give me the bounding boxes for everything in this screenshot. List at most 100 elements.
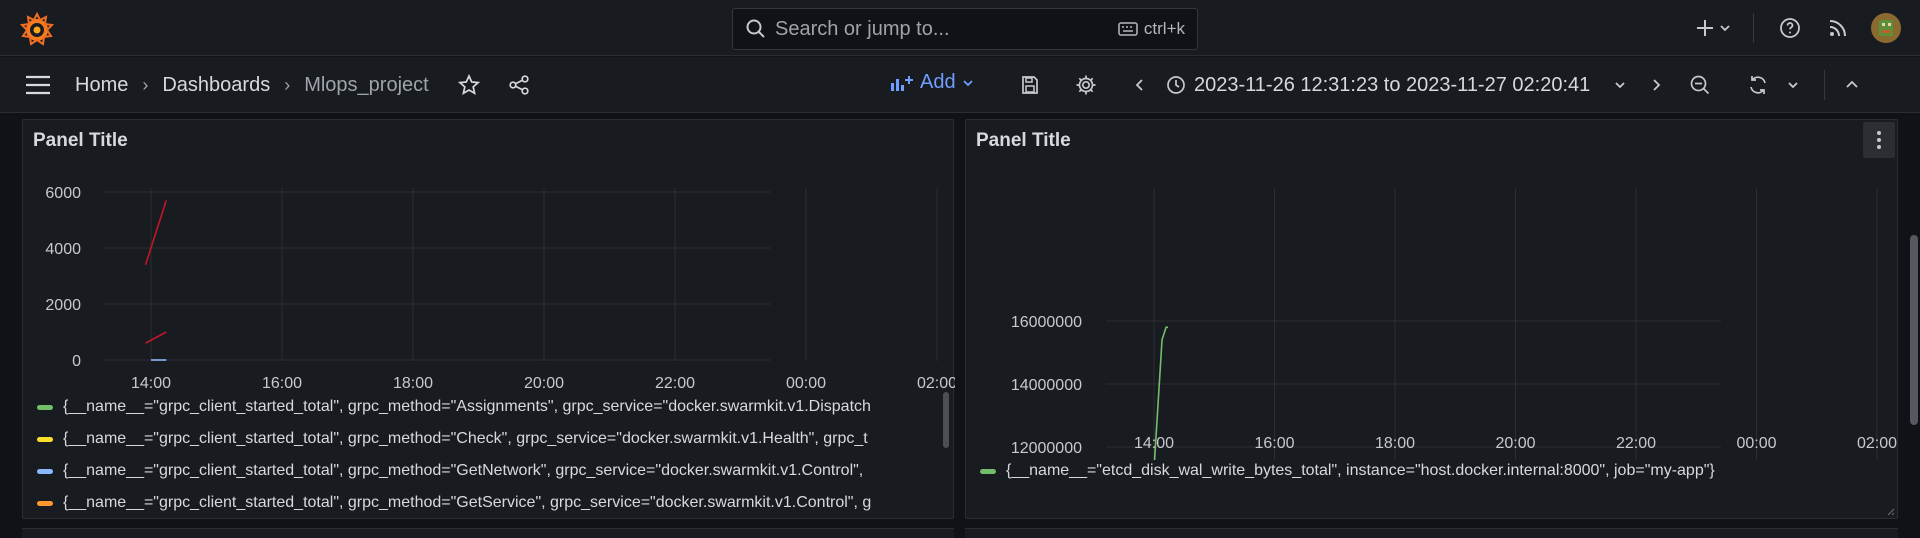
top-right-actions — [1685, 0, 1920, 56]
chevron-left-icon — [1135, 79, 1143, 91]
breadcrumb-separator: › — [142, 74, 149, 95]
chevron-down-icon — [1615, 82, 1625, 89]
add-button[interactable]: Add — [890, 71, 974, 94]
chart-legend: {__name__="etcd_disk_wal_write_bytes_tot… — [980, 455, 1880, 495]
y-tick-label: 2000 — [45, 297, 81, 314]
legend-label: {__name__="grpc_client_started_total", g… — [63, 462, 864, 479]
shortcut-label: ctrl+k — [1143, 19, 1185, 38]
grafana-logo-icon[interactable] — [20, 12, 54, 46]
avatar — [1871, 13, 1901, 43]
legend-label: {__name__="grpc_client_started_total", g… — [63, 494, 872, 511]
refresh-interval-button[interactable] — [1778, 65, 1808, 105]
gear-icon — [1076, 75, 1096, 95]
chevron-up-icon — [1846, 80, 1858, 88]
line-chart: 1000000012000000140000001600000014:0016:… — [1011, 188, 1897, 460]
y-tick-label: 6000 — [45, 185, 81, 202]
help-icon — [1780, 18, 1800, 38]
breadcrumb-current: Mlops_project — [304, 73, 429, 96]
search-input[interactable]: Search or jump to... ctrl+k — [732, 8, 1198, 50]
x-tick-label: 14:00 — [131, 375, 171, 390]
dashboard-nav-bar: Home › Dashboards › Mlops_project Add 20… — [0, 57, 1920, 113]
dashboard-settings-button[interactable] — [1066, 65, 1106, 105]
breadcrumb: Home › Dashboards › Mlops_project — [75, 57, 533, 113]
breadcrumb-home[interactable]: Home — [75, 74, 128, 97]
new-menu-button[interactable] — [1685, 8, 1741, 48]
breadcrumb-separator: › — [284, 74, 291, 95]
search-icon — [746, 19, 765, 38]
time-range-picker[interactable]: 2023-11-26 12:31:23 to 2023-11-27 02:20:… — [1166, 74, 1626, 97]
x-tick-label: 00:00 — [786, 375, 826, 390]
legend-swatch — [37, 468, 53, 474]
x-tick-label: 16:00 — [1254, 435, 1294, 452]
legend-label: {__name__="etcd_disk_wal_write_bytes_tot… — [1006, 462, 1715, 479]
next-panel-row — [965, 528, 1898, 538]
legend-label: {__name__="grpc_client_started_total", g… — [63, 430, 868, 447]
line-chart: 0 2000 4000 6000 14:00 16:00 18:00 20:00 22:00 00… — [45, 185, 955, 390]
legend-item[interactable]: {__name__="grpc_client_started_total", g… — [37, 391, 937, 423]
share-icon — [509, 75, 529, 95]
add-button-label: Add — [920, 71, 956, 93]
chevron-down-icon — [1788, 82, 1798, 89]
x-tick-label: 18:00 — [393, 375, 433, 390]
save-dashboard-button[interactable] — [1010, 65, 1050, 105]
help-button[interactable] — [1766, 8, 1814, 48]
dashboard-controls: 2023-11-26 12:31:23 to 2023-11-27 02:20:… — [1010, 57, 1867, 113]
panel-grpc-client[interactable]: Panel Title 0 2000 4000 6000 14:00 16:00 18:00… — [22, 119, 955, 519]
legend-item[interactable]: {__name__="grpc_client_started_total", g… — [37, 423, 937, 455]
rss-icon — [1829, 20, 1846, 37]
x-tick-label: 22:00 — [655, 375, 695, 390]
share-button[interactable] — [505, 71, 533, 99]
save-icon — [1022, 76, 1038, 94]
legend-swatch — [37, 500, 53, 506]
chevron-down-icon — [1720, 25, 1730, 32]
x-tick-label: 02:00 — [1857, 435, 1897, 452]
star-icon — [457, 74, 480, 96]
resize-handle-icon[interactable] — [1885, 506, 1895, 516]
x-tick-label: 16:00 — [262, 375, 302, 390]
zoom-out-button[interactable] — [1680, 65, 1720, 105]
keyboard-shortcut: ctrl+k — [1118, 19, 1185, 39]
panel-etcd-disk[interactable]: Panel Title 1000000012000000140000001600… — [965, 119, 1898, 519]
series-line — [144, 200, 168, 266]
chevron-right-icon — [1653, 79, 1661, 91]
time-back-button[interactable] — [1120, 65, 1160, 105]
chevron-down-icon — [962, 79, 973, 86]
time-forward-button[interactable] — [1636, 65, 1676, 105]
collapse-header-button[interactable] — [1837, 65, 1867, 105]
page-scrollbar[interactable] — [1910, 235, 1918, 425]
legend-scrollbar[interactable] — [943, 392, 949, 448]
y-tick-label: 14000000 — [1011, 377, 1082, 394]
star-button[interactable] — [455, 71, 483, 99]
legend-swatch — [37, 404, 53, 410]
legend-swatch — [37, 436, 53, 442]
refresh-button[interactable] — [1738, 65, 1778, 105]
x-tick-label: 18:00 — [1375, 435, 1415, 452]
news-button[interactable] — [1814, 8, 1862, 48]
breadcrumb-dashboards[interactable]: Dashboards — [162, 74, 270, 97]
x-tick-label: 20:00 — [1495, 435, 1535, 452]
chart-legend: {__name__="grpc_client_started_total", g… — [37, 391, 937, 516]
series-line — [145, 331, 167, 344]
divider — [1824, 70, 1826, 100]
legend-item[interactable]: {__name__="grpc_client_started_total", g… — [37, 455, 937, 487]
legend-item[interactable]: {__name__="grpc_client_started_total", g… — [37, 487, 937, 516]
time-range-label: 2023-11-26 12:31:23 to 2023-11-27 02:20:… — [1194, 73, 1591, 96]
x-tick-label: 22:00 — [1616, 435, 1656, 452]
y-tick-label: 16000000 — [1011, 314, 1082, 331]
keyboard-icon — [1118, 22, 1138, 36]
legend-swatch — [980, 468, 996, 474]
clock-icon — [1167, 76, 1185, 94]
legend-item[interactable]: {__name__="etcd_disk_wal_write_bytes_tot… — [980, 455, 1880, 487]
x-tick-label: 20:00 — [524, 375, 564, 390]
add-panel-icon — [891, 75, 913, 91]
menu-icon[interactable] — [24, 71, 52, 99]
user-avatar[interactable] — [1862, 8, 1910, 48]
x-tick-label: 00:00 — [1736, 435, 1776, 452]
y-tick-label: 0 — [72, 353, 81, 370]
x-tick-label: 14:00 — [1134, 435, 1174, 452]
y-tick-label: 4000 — [45, 241, 81, 258]
x-tick-label: 02:00 — [917, 375, 955, 390]
zoom-out-icon — [1690, 75, 1710, 95]
plus-icon — [1697, 20, 1713, 36]
divider — [1753, 13, 1754, 43]
